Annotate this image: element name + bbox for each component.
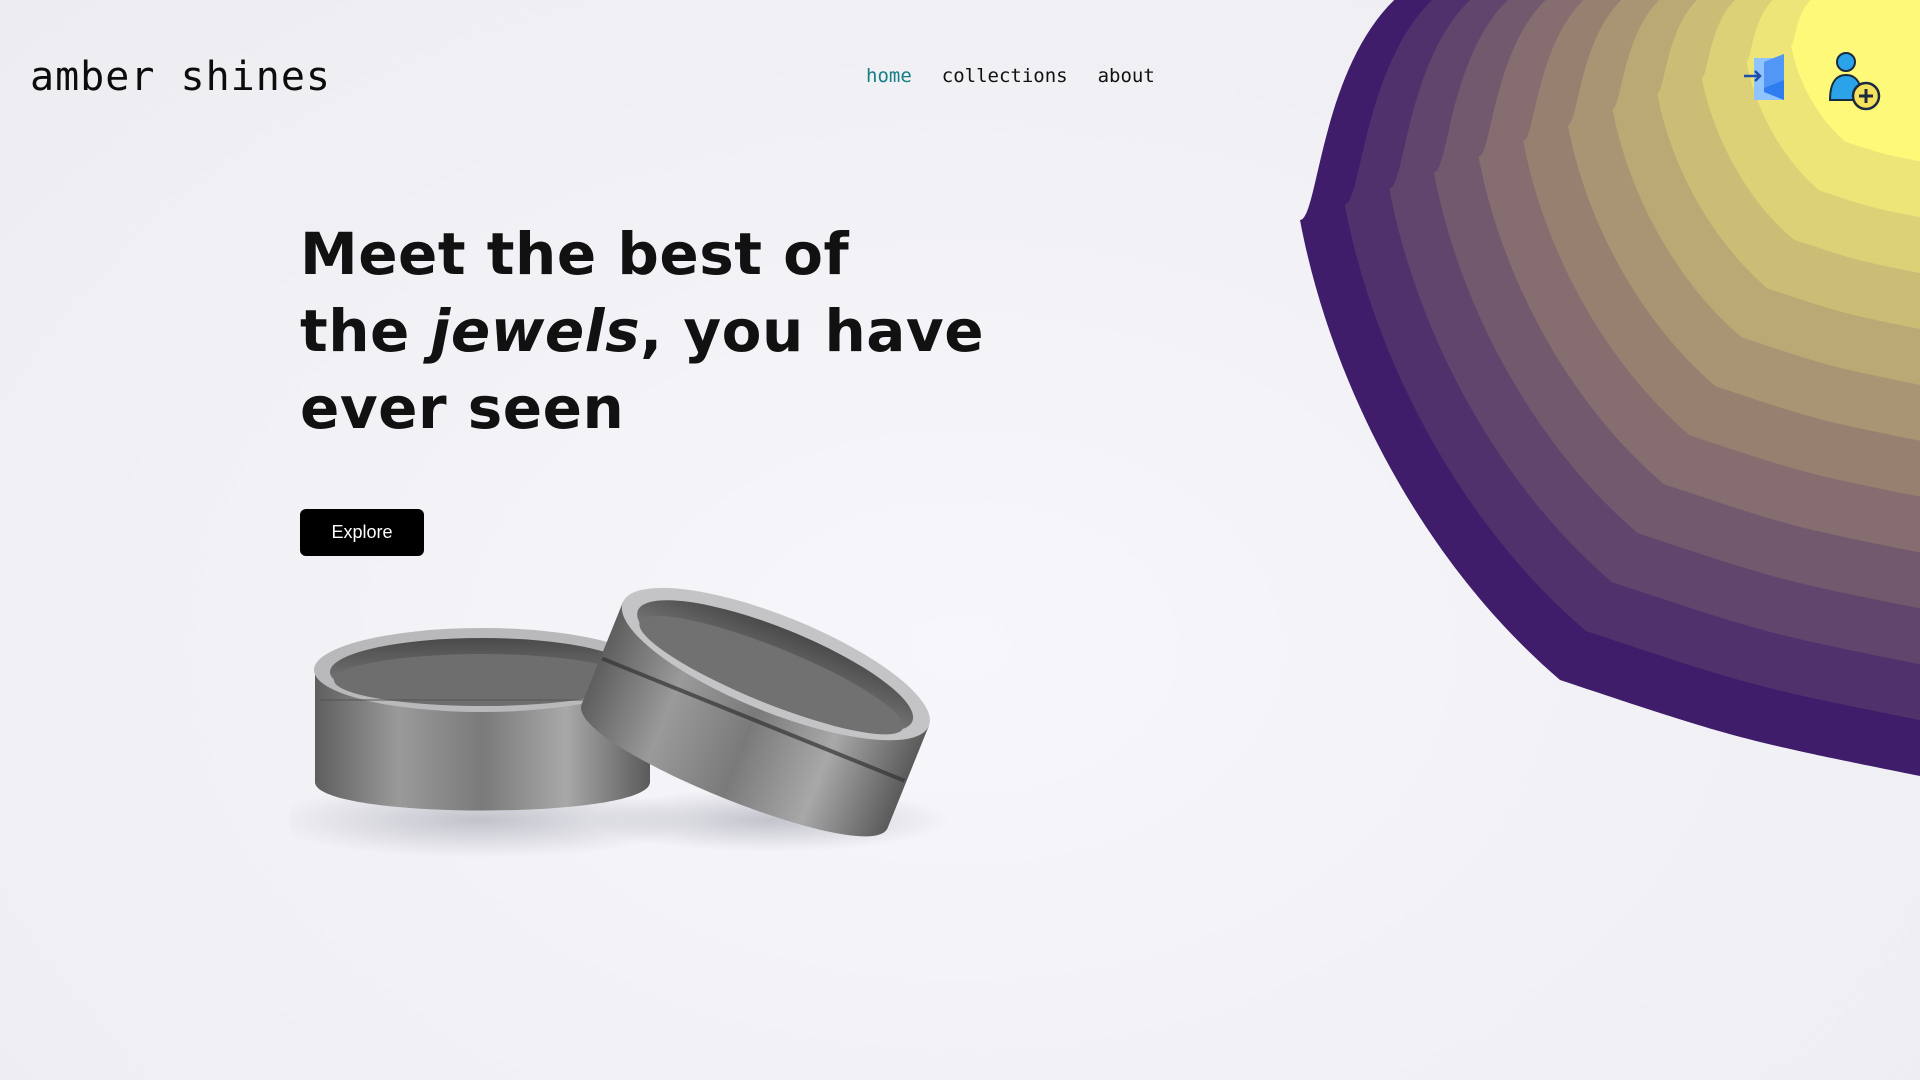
login-door-icon	[1744, 54, 1784, 100]
landing-page: amber shines home collections about Meet…	[0, 0, 1920, 1080]
hero-line-2-prefix: the	[300, 297, 431, 365]
hero-line-1: Meet the best of	[300, 220, 850, 288]
hero-headline: Meet the best of the jewels, you have ev…	[300, 216, 1000, 447]
brand-logo[interactable]: amber shines	[30, 54, 331, 100]
login-button[interactable]	[1740, 50, 1800, 110]
add-user-icon	[1828, 52, 1881, 111]
hero-line-2-emphasis: jewels	[430, 297, 641, 365]
signup-button[interactable]	[1824, 50, 1884, 111]
nav-item-collections[interactable]: collections	[942, 65, 1068, 87]
hero-line-3: ever seen	[300, 374, 625, 442]
nav-item-home[interactable]: home	[866, 65, 912, 87]
nav-item-about[interactable]: about	[1098, 65, 1155, 87]
rings-image	[290, 587, 950, 858]
hero-line-2-suffix: , you have	[640, 297, 985, 365]
main-nav: home collections about	[866, 65, 1155, 87]
